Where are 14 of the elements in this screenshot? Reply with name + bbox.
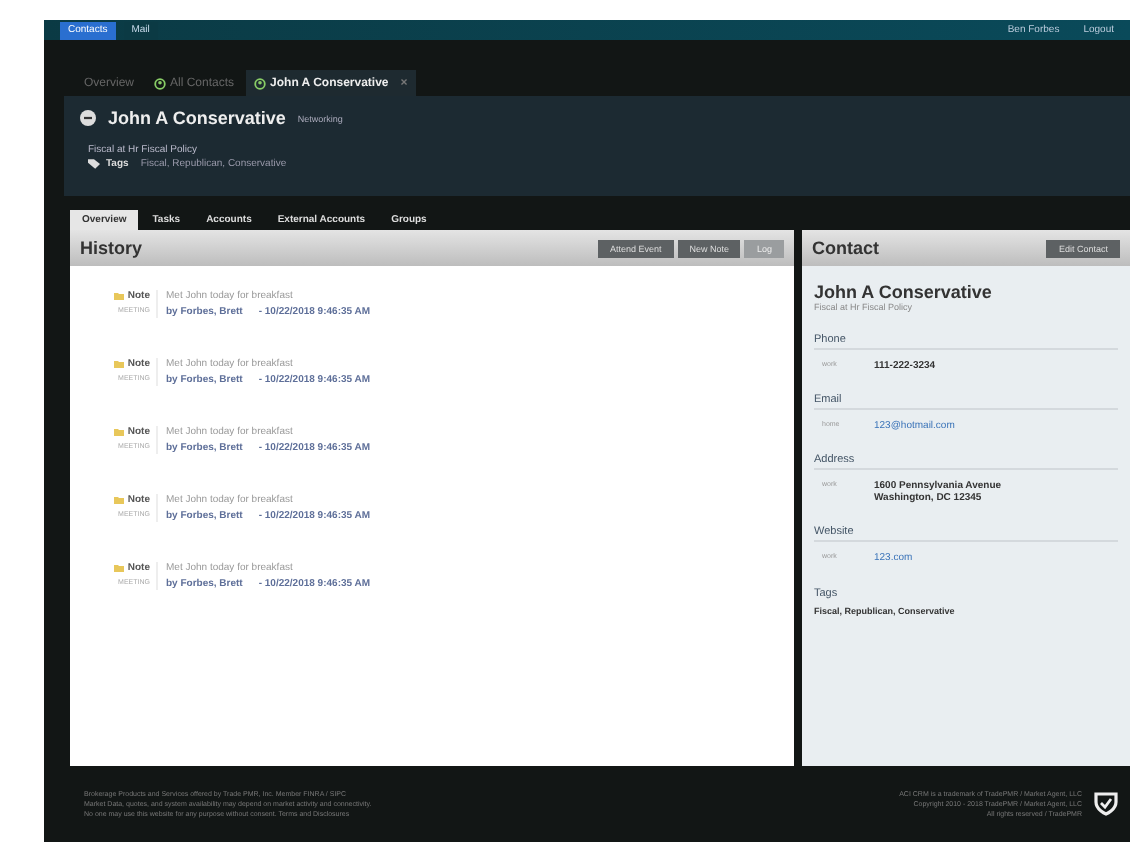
folder-icon <box>113 428 124 436</box>
contact-icon <box>254 77 267 89</box>
contact-icon <box>154 77 167 89</box>
contact-name: John A Conservative <box>108 108 286 128</box>
panel-title: Contact <box>812 238 879 258</box>
shield-icon <box>1094 792 1118 816</box>
collapse-icon[interactable] <box>80 110 96 126</box>
folder-icon <box>113 292 124 300</box>
folder-icon <box>113 496 124 504</box>
tag-icon <box>88 158 100 170</box>
contact-name: John A Conservative <box>814 282 994 302</box>
folder-icon <box>113 360 124 368</box>
panel-title: History <box>80 238 143 258</box>
folder-icon <box>113 564 124 572</box>
